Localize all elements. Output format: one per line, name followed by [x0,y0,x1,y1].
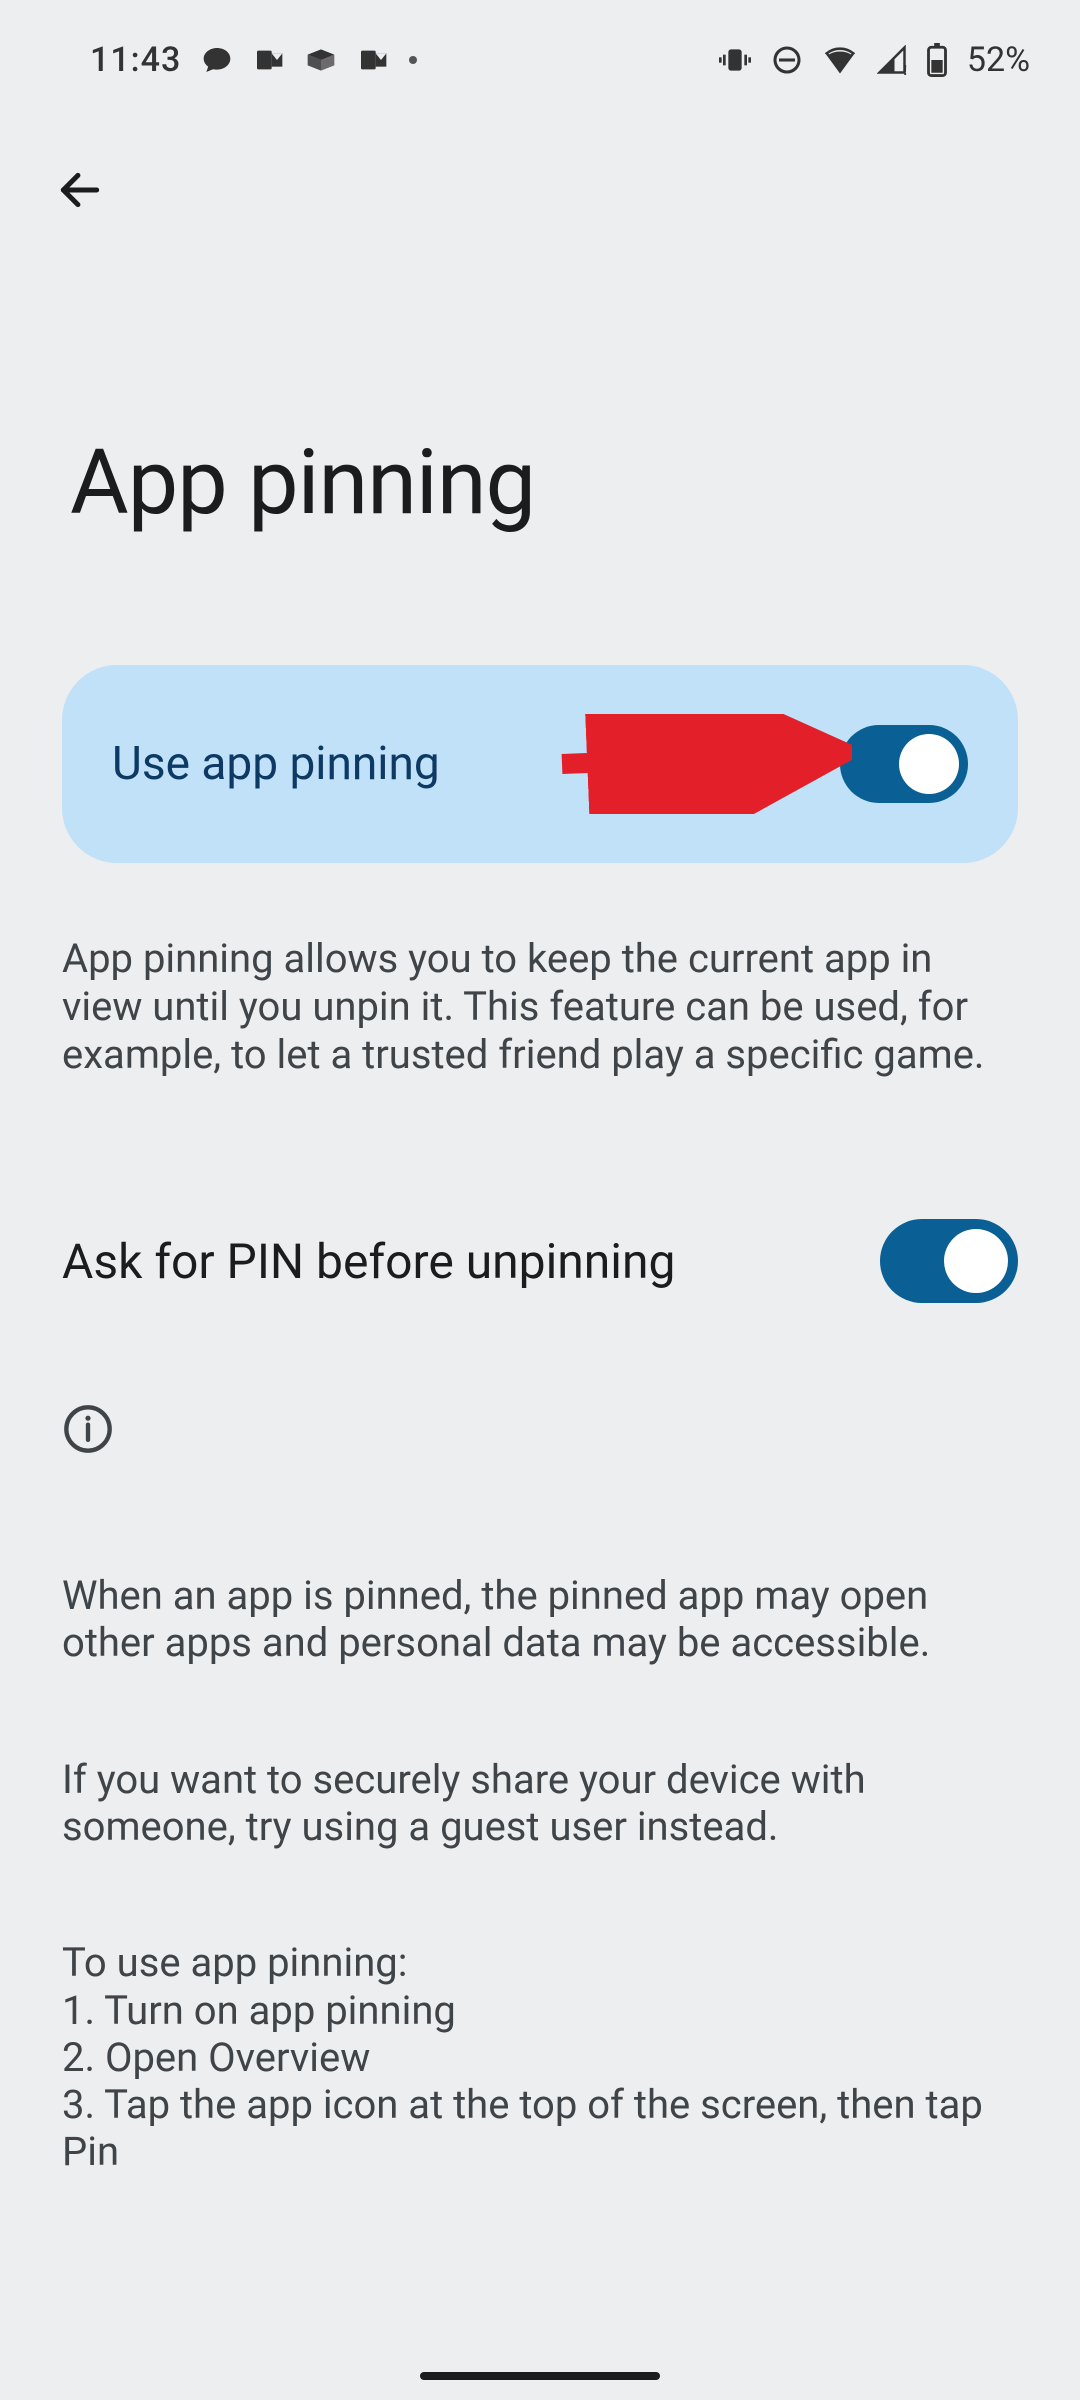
toggle-knob [899,734,959,794]
use-app-pinning-label: Use app pinning [112,737,440,791]
arrow-left-icon [55,165,105,215]
toggle-knob [944,1229,1008,1293]
back-button[interactable] [40,150,120,230]
use-app-pinning-row[interactable]: Use app pinning [62,665,1018,863]
wifi-icon [823,43,857,77]
box-icon [305,44,337,76]
info-icon [62,1403,1018,1455]
info-paragraph-2: If you want to securely share your devic… [62,1756,1018,1850]
ask-pin-toggle[interactable] [880,1219,1018,1303]
info-paragraph-3: To use app pinning: 1. Turn on app pinni… [62,1939,1018,2175]
do-not-disturb-icon [771,44,803,76]
app-pinning-description: App pinning allows you to keep the curre… [62,935,1018,1079]
outlook-icon-2 [357,44,389,76]
vibrate-icon [719,44,751,76]
header: App pinning [0,90,1080,585]
status-time: 11:43 [90,40,181,80]
page-title: App pinning [40,230,1040,575]
cellular-icon: ! [877,45,907,75]
use-app-pinning-toggle[interactable] [840,725,968,803]
content: Use app pinning App pinning allows you t… [0,665,1080,2222]
gesture-nav-bar[interactable] [420,2372,660,2380]
battery-percentage: 52% [967,40,1030,80]
info-paragraph-1: When an app is pinned, the pinned app ma… [62,1572,1018,1666]
info-text: When an app is pinned, the pinned app ma… [62,1525,1018,2222]
status-right: ! 52% [719,40,1030,80]
status-bar: 11:43 ! 52% [0,0,1080,90]
ask-pin-label: Ask for PIN before unpinning [62,1233,675,1290]
battery-icon [927,43,947,77]
chat-bubble-icon [201,44,233,76]
ask-pin-row[interactable]: Ask for PIN before unpinning [62,1219,1018,1303]
status-left: 11:43 [90,40,417,80]
svg-text:!: ! [903,63,907,75]
outlook-icon [253,44,285,76]
more-notifications-dot [409,56,417,64]
annotation-arrow [552,714,852,814]
